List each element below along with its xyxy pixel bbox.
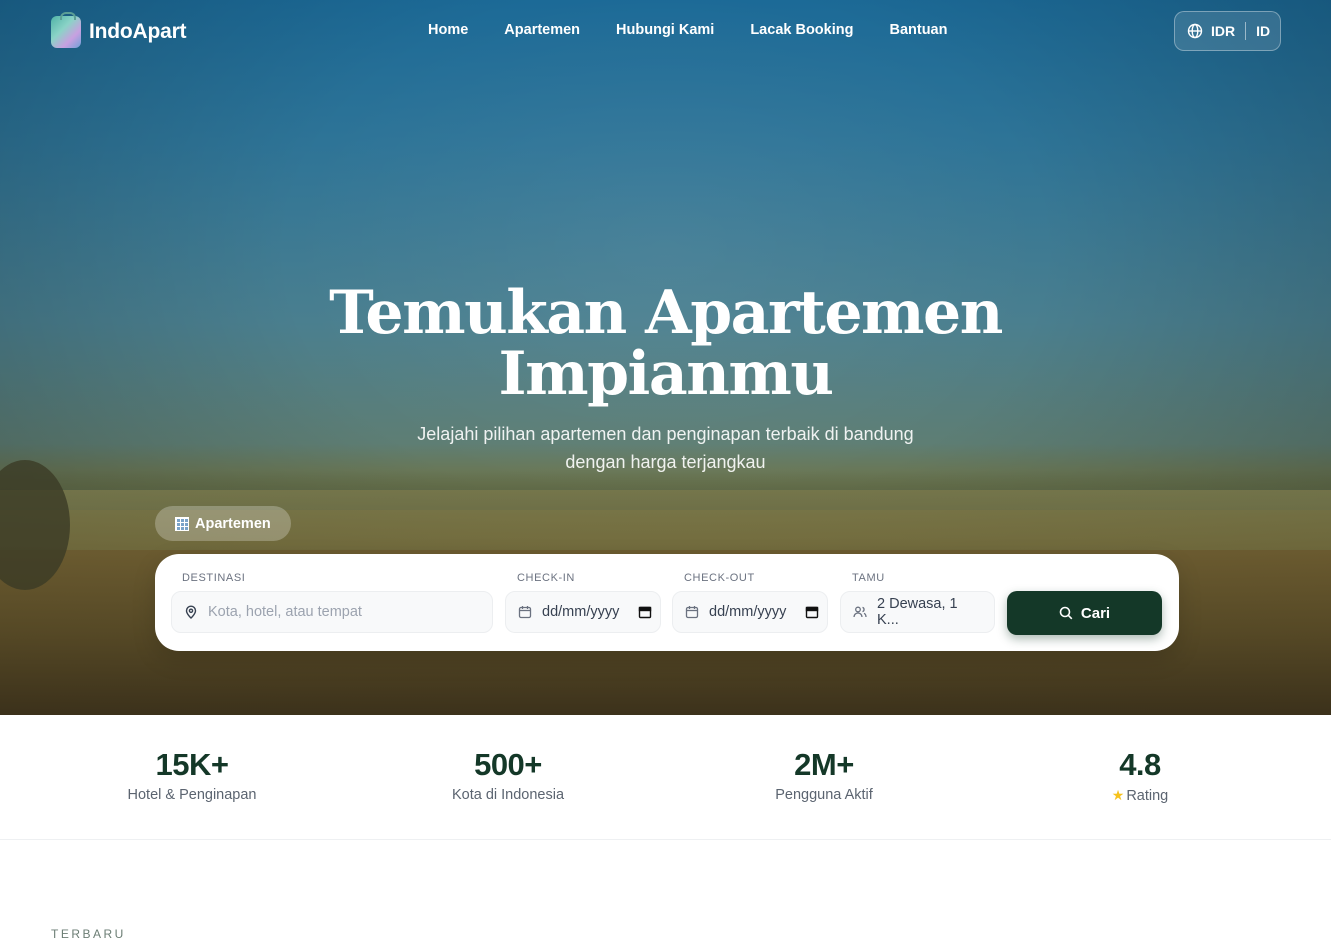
currency-language-switcher[interactable]: IDR ID: [1174, 11, 1281, 51]
guests-value: 2 Dewasa, 1 K...: [877, 596, 958, 628]
globe-icon: [1187, 23, 1203, 39]
hero-subtitle: Jelajahi pilihan apartemen dan penginapa…: [0, 420, 1331, 476]
stat-label: Pengguna Aktif: [775, 787, 873, 803]
checkin-label: CHECK-IN: [517, 572, 575, 584]
stat-cities: 500+ Kota di Indonesia: [388, 746, 628, 803]
category-tab-label: Apartemen: [195, 515, 271, 532]
calendar-picker-icon[interactable]: [638, 605, 652, 619]
checkin-date-input[interactable]: dd/mm/yyyy: [505, 591, 661, 633]
guests-label: TAMU: [852, 572, 885, 584]
hero-section: IndoApart Home Apartemen Hubungi Kami La…: [0, 0, 1331, 715]
nav-link-hubungi-kami[interactable]: Hubungi Kami: [616, 22, 714, 38]
search-icon: [1059, 606, 1073, 620]
stat-value: 500+: [474, 747, 542, 782]
checkout-date-input[interactable]: dd/mm/yyyy: [672, 591, 828, 633]
nav-link-lacak-booking[interactable]: Lacak Booking: [750, 22, 853, 38]
category-tab-apartemen[interactable]: Apartemen: [155, 506, 291, 541]
luggage-logo-icon: [51, 12, 81, 48]
stat-label-wrap: ★ Rating: [1020, 787, 1260, 804]
hero-title: Temukan Apartemen Impianmu: [0, 283, 1331, 405]
search-bar: DESTINASI Kota, hotel, atau tempat CHECK…: [155, 554, 1179, 651]
guests-selector[interactable]: 2 Dewasa, 1 K...: [840, 591, 995, 633]
stat-label: Hotel & Penginapan: [127, 787, 257, 803]
destination-label: DESTINASI: [182, 572, 246, 584]
stat-label: Rating: [1126, 788, 1169, 804]
stat-rating: 4.8 ★ Rating: [1020, 746, 1260, 804]
nav-link-apartemen[interactable]: Apartemen: [504, 22, 580, 38]
calendar-picker-icon[interactable]: [805, 605, 819, 619]
map-pin-icon: [185, 605, 197, 619]
stats-bar: 15K+ Hotel & Penginapan 500+ Kota di Ind…: [0, 715, 1331, 840]
search-button[interactable]: Cari: [1007, 591, 1162, 635]
calendar-icon: [518, 606, 532, 619]
hero-subtitle-line1: Jelajahi pilihan apartemen dan penginapa…: [417, 424, 914, 444]
brand-logo[interactable]: IndoApart: [51, 12, 187, 48]
currency-code: IDR: [1211, 23, 1236, 39]
star-icon: ★: [1111, 787, 1125, 803]
language-code: ID: [1256, 23, 1271, 39]
hero-title-line2: Impianmu: [498, 339, 834, 409]
main-menu: Home Apartemen Hubungi Kami Lacak Bookin…: [428, 22, 947, 38]
stat-label: Kota di Indonesia: [451, 787, 565, 803]
destination-placeholder: Kota, hotel, atau tempat: [208, 604, 362, 620]
stat-users: 2M+ Pengguna Aktif: [704, 746, 944, 803]
stat-value: 4.8: [1119, 747, 1161, 782]
section-eyebrow: TERBARU: [51, 927, 126, 941]
top-navbar: IndoApart Home Apartemen Hubungi Kami La…: [0, 0, 1331, 64]
stat-value: 15K+: [155, 747, 229, 782]
hero-title-line1: Temukan Apartemen: [329, 278, 1003, 348]
hero-subtitle-line2: dengan harga terjangkau: [565, 452, 766, 472]
search-button-label: Cari: [1080, 604, 1111, 622]
checkout-value: dd/mm/yyyy: [709, 604, 787, 620]
checkin-value: dd/mm/yyyy: [542, 604, 620, 620]
users-icon: [853, 606, 867, 618]
switcher-divider: [1245, 22, 1247, 40]
stat-value: 2M+: [794, 747, 854, 782]
nav-link-home[interactable]: Home: [428, 22, 468, 38]
calendar-icon: [685, 606, 699, 619]
stat-hotels: 15K+ Hotel & Penginapan: [72, 746, 312, 803]
brand-name: IndoApart: [89, 20, 187, 43]
destination-input[interactable]: Kota, hotel, atau tempat: [171, 591, 493, 633]
building-icon: [175, 516, 189, 531]
nav-link-bantuan[interactable]: Bantuan: [889, 22, 947, 38]
checkout-label: CHECK-OUT: [684, 572, 755, 584]
